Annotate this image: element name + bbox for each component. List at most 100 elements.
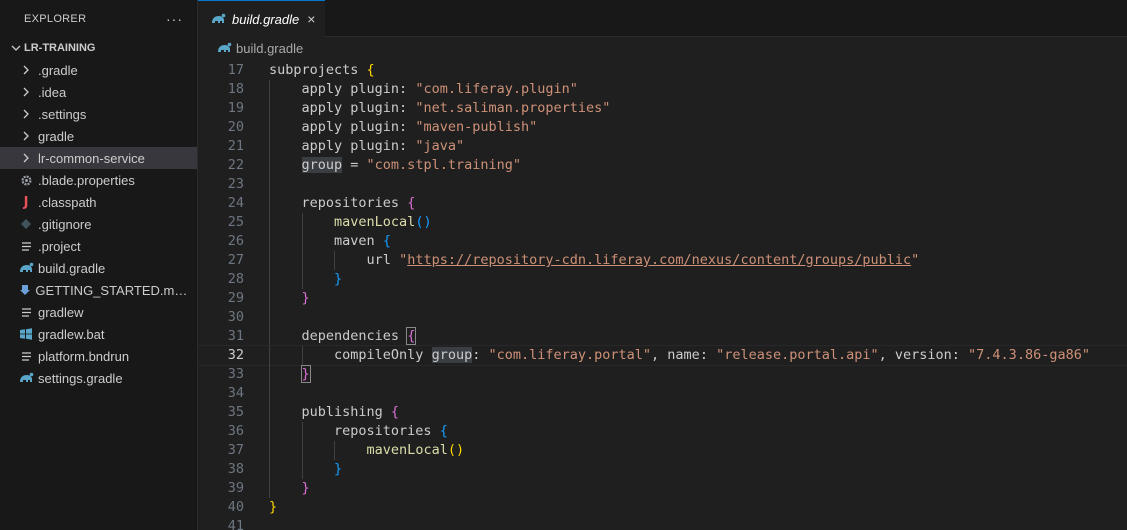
code-token: mavenLocal [334,214,416,230]
code-line[interactable]: 19 apply plugin: "net.saliman.properties… [198,99,1127,118]
code-line[interactable]: 40} [198,498,1127,517]
code-token: " [399,252,408,268]
code-line[interactable]: 38 } [198,460,1127,479]
code-token: = [342,157,367,173]
line-number: 22 [227,157,244,173]
code-token: { [406,327,417,345]
code-line[interactable]: 22 group = "com.stpl.training" [198,156,1127,175]
tree-item-label: .gitignore [38,216,92,232]
file-item[interactable]: .project [0,235,197,257]
code-token: { [439,423,448,439]
line-number: 25 [227,214,244,230]
code-token: : [472,347,489,363]
code-line[interactable]: 32 compileOnly group: "com.liferay.porta… [198,345,1127,366]
code-line[interactable]: 37 mavenLocal() [198,441,1127,460]
code-line[interactable]: 31 dependencies { [198,327,1127,346]
code-token: "com.liferay.portal" [488,347,652,363]
code-token: } [301,290,310,306]
code-line[interactable]: 25 mavenLocal() [198,213,1127,232]
java-icon: J [23,194,29,210]
code-line[interactable]: 39 } [198,479,1127,498]
code-text: mavenLocal() [269,441,465,460]
code-token: } [334,461,343,477]
code-text: repositories { [269,422,448,441]
gradle-icon [18,262,34,274]
code-token: group [301,157,343,173]
code-line[interactable]: 24 repositories { [198,194,1127,213]
file-item[interactable]: gradlew.bat [0,323,197,345]
code-line[interactable]: 23 [198,175,1127,194]
code-token: "maven-publish" [415,119,538,135]
code-token: () [415,214,432,230]
file-item[interactable]: GETTING_STARTED.markdown [0,279,197,301]
file-item[interactable]: build.gradle [0,257,197,279]
file-item[interactable]: .blade.properties [0,169,197,191]
code-token: compileOnly [334,347,432,363]
folder-item[interactable]: lr-common-service [0,147,197,169]
code-text: dependencies { [269,327,417,346]
code-token: "release.portal.api" [716,347,879,363]
code-line[interactable]: 17 subprojects { [198,61,1127,80]
chevron-right-icon [18,131,34,141]
code-text: } [269,289,310,308]
folder-item[interactable]: .gradle [0,59,197,81]
line-number: 20 [227,119,244,135]
lines-icon [18,307,34,318]
code-line[interactable]: 33 } [198,365,1127,384]
tree-item-label: settings.gradle [38,370,123,386]
file-item[interactable]: gradlew [0,301,197,323]
code-line[interactable]: 26 maven { [198,232,1127,251]
folder-item[interactable]: .idea [0,81,197,103]
breadcrumb-file[interactable]: build.gradle [236,41,303,56]
code-token: } [300,365,311,383]
code-line[interactable]: 35 publishing { [198,403,1127,422]
close-icon[interactable]: × [307,11,315,27]
editor-area: build.gradle × build.gradle 17 subproject… [198,0,1127,530]
code-line[interactable]: 36 repositories { [198,422,1127,441]
file-item[interactable]: platform.bndrun [0,345,197,367]
code-token: apply plugin: [301,100,416,116]
tree-item-label: platform.bndrun [38,348,130,364]
url-link[interactable]: https://repository-cdn.liferay.com/nexus… [407,252,911,268]
code-line[interactable]: 20 apply plugin: "maven-publish" [198,118,1127,137]
line-number: 39 [227,480,244,496]
workspace-root[interactable]: LR-TRAINING [0,37,197,59]
more-actions-icon[interactable]: ··· [166,11,183,27]
code-line[interactable]: 28 } [198,270,1127,289]
code-text: subprojects { [269,61,375,80]
code-editor[interactable]: 17 subprojects {18 apply plugin: "com.lif… [198,61,1127,530]
code-text: compileOnly group: "com.liferay.portal",… [269,346,1090,365]
file-item[interactable]: J .classpath [0,191,197,213]
tree-item-label: lr-common-service [38,150,145,166]
code-token: publishing [301,404,391,420]
folder-item[interactable]: .settings [0,103,197,125]
lines-icon [18,241,34,252]
code-line[interactable]: 29 } [198,289,1127,308]
file-item[interactable]: settings.gradle [0,367,197,389]
gradle-icon [18,372,34,384]
tree-item-label: gradlew [38,304,84,320]
folder-item[interactable]: gradle [0,125,197,147]
code-token: "java" [415,138,465,154]
code-line[interactable]: 30 [198,308,1127,327]
code-text: } [269,365,311,384]
gear-icon [18,174,34,187]
code-line[interactable]: 34 [198,384,1127,403]
code-line[interactable]: 21 apply plugin: "java" [198,137,1127,156]
code-line[interactable]: 41 [198,517,1127,530]
code-token: } [269,499,278,515]
chevron-right-icon [18,87,34,97]
code-token: mavenLocal [366,442,448,458]
code-token: { [407,195,416,211]
tab-build-gradle[interactable]: build.gradle × [198,0,326,37]
git-icon [18,218,34,230]
breadcrumb: build.gradle [198,37,1127,59]
code-text: mavenLocal() [269,213,432,232]
code-line[interactable]: 18 apply plugin: "com.liferay.plugin" [198,80,1127,99]
code-line[interactable]: 27 url "https://repository-cdn.liferay.c… [198,251,1127,270]
line-number: 32 [227,347,244,363]
file-item[interactable]: .gitignore [0,213,197,235]
code-token: "com.liferay.plugin" [415,81,578,97]
explorer-sidebar: EXPLORER ··· LR-TRAINING .gradle .idea .se… [0,0,198,530]
